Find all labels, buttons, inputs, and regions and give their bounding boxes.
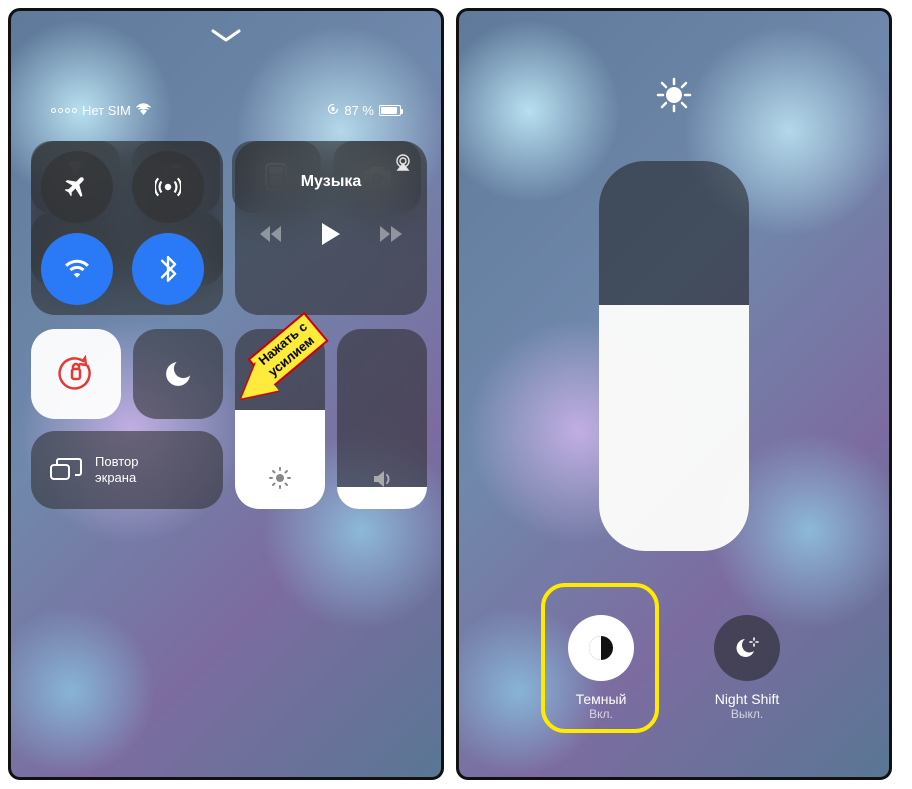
cellular-data-button[interactable] xyxy=(132,151,204,223)
connectivity-tile[interactable] xyxy=(31,141,223,315)
airplay-icon[interactable] xyxy=(393,153,413,176)
sun-icon xyxy=(656,77,692,118)
carrier-label: Нет SIM xyxy=(82,103,131,118)
dark-mode-icon xyxy=(586,633,616,663)
screen-mirroring-button[interactable]: Повтор экрана xyxy=(31,431,223,509)
chevron-down-icon[interactable] xyxy=(211,29,241,48)
phone-brightness-expanded: Темный Вкл. Night Shift Выкл. xyxy=(456,8,892,780)
do-not-disturb-button[interactable] xyxy=(133,329,223,419)
screen-mirror-icon xyxy=(49,457,83,483)
status-bar: Нет SIM 87 % xyxy=(51,103,401,118)
sun-icon xyxy=(268,466,292,495)
battery-icon xyxy=(379,105,401,116)
dark-mode-label: Темный xyxy=(568,691,634,707)
rotation-lock-status-icon xyxy=(327,103,339,118)
music-title: Музыка xyxy=(253,173,409,191)
signal-dots-icon xyxy=(51,108,77,113)
wifi-button[interactable] xyxy=(41,233,113,305)
brightness-slider[interactable] xyxy=(235,329,325,509)
bluetooth-button[interactable] xyxy=(132,233,204,305)
dark-mode-button[interactable]: Темный Вкл. xyxy=(568,615,634,721)
prev-track-icon[interactable] xyxy=(260,226,282,247)
battery-pct: 87 % xyxy=(344,103,374,118)
airplane-mode-button[interactable] xyxy=(41,151,113,223)
volume-slider[interactable] xyxy=(337,329,427,509)
rotation-lock-button[interactable] xyxy=(31,329,121,419)
phone-control-center: Нет SIM 87 % xyxy=(8,8,444,780)
night-shift-icon xyxy=(732,633,762,663)
dark-mode-state: Вкл. xyxy=(568,707,634,721)
night-shift-button[interactable]: Night Shift Выкл. xyxy=(714,615,780,721)
music-tile[interactable]: Музыка xyxy=(235,141,427,315)
night-shift-state: Выкл. xyxy=(714,707,780,721)
night-shift-label: Night Shift xyxy=(714,691,780,707)
speaker-icon xyxy=(371,468,393,495)
brightness-large-slider[interactable] xyxy=(599,161,749,551)
wifi-icon xyxy=(136,103,151,118)
play-icon[interactable] xyxy=(322,223,340,250)
next-track-icon[interactable] xyxy=(380,226,402,247)
screen-mirror-label: Повтор экрана xyxy=(95,454,138,485)
